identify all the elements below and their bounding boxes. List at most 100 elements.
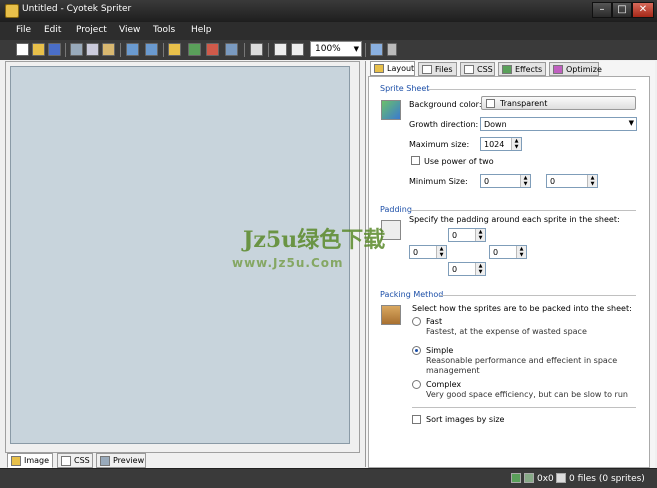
spinner-icon[interactable]: ▲ ▼ — [475, 263, 485, 275]
tab-layout[interactable]: Layout — [370, 61, 415, 76]
spinner-icon[interactable]: ▲ ▼ — [475, 229, 485, 241]
preview-icon — [100, 456, 110, 466]
maximize-button[interactable]: □ — [612, 2, 632, 18]
complex-label: Complex — [426, 380, 462, 389]
packing-description: Select how the sprites are to be packed … — [412, 304, 632, 313]
background-color-label: Background color: — [409, 100, 482, 109]
padding-bottom-input[interactable]: 0 ▲ ▼ — [448, 262, 486, 276]
optimize-icon — [553, 65, 563, 74]
padding-top-input[interactable]: 0 ▲ ▼ — [448, 228, 486, 242]
copy-icon[interactable] — [86, 43, 99, 56]
tab-preview[interactable]: Preview — [96, 453, 146, 468]
packing-method-title: Packing Method — [380, 290, 444, 299]
power-of-two-label: Use power of two — [424, 157, 494, 166]
growth-direction-select[interactable]: Down ▼ — [480, 117, 637, 131]
maximum-size-input[interactable]: 1024 ▲ ▼ — [480, 137, 522, 151]
effects-icon — [502, 65, 512, 74]
fast-radio[interactable] — [412, 317, 421, 326]
files-status: 0 files (0 sprites) — [569, 474, 645, 484]
dimensions-status: 0x0 — [537, 474, 554, 484]
paste-icon[interactable] — [102, 43, 115, 56]
tab-image[interactable]: Image — [7, 453, 53, 468]
minimize-button[interactable]: – — [592, 2, 612, 18]
actual-size-icon[interactable] — [291, 43, 304, 56]
spinner-icon[interactable]: ▲ ▼ — [436, 246, 446, 258]
export-icon[interactable] — [145, 43, 158, 56]
layout-icon — [374, 64, 384, 73]
tab-optimize[interactable]: Optimize — [549, 62, 602, 76]
padding-left-input[interactable]: 0 ▲ ▼ — [409, 245, 447, 259]
watermark-url: www.Jz5u.Com — [232, 256, 344, 270]
padding-right-input[interactable]: 0 ▲ ▼ — [489, 245, 527, 259]
new-icon[interactable] — [16, 43, 29, 56]
fast-label: Fast — [426, 317, 443, 326]
zoom-fit-icon[interactable] — [274, 43, 287, 56]
chevron-down-icon: ▼ — [628, 119, 634, 127]
spinner-icon[interactable]: ▲ ▼ — [587, 175, 597, 187]
grid-icon[interactable] — [370, 43, 383, 56]
layout-tab-content — [368, 76, 650, 468]
remove-icon[interactable] — [206, 43, 219, 56]
spinner-icon[interactable]: ▲ ▼ — [520, 175, 530, 187]
menu-edit[interactable]: Edit — [44, 25, 61, 35]
menu-view[interactable]: View — [119, 25, 140, 35]
background-color-button[interactable]: Transparent — [481, 96, 636, 110]
sprite-icon — [524, 473, 534, 483]
color-swatch — [486, 99, 495, 108]
files-icon — [422, 65, 432, 74]
simple-description: Reasonable performance and effecient in … — [426, 356, 618, 365]
css-icon — [464, 65, 474, 74]
status-bar: 0x0 0 files (0 sprites) — [0, 468, 657, 488]
menu-bar: File Edit Project View Tools Help — [0, 22, 657, 40]
tab-files[interactable]: Files — [418, 62, 457, 76]
tab-css[interactable]: CSS — [460, 62, 495, 76]
growth-direction-label: Growth direction: — [409, 120, 479, 129]
box-icon — [381, 305, 401, 325]
add-files-icon[interactable] — [168, 43, 181, 56]
menu-help[interactable]: Help — [191, 25, 212, 35]
css-icon — [61, 456, 71, 466]
zoom-value: 100% — [315, 44, 341, 54]
image-size-icon — [511, 473, 521, 483]
sprite-sheet-icon — [381, 100, 401, 120]
menu-file[interactable]: File — [16, 25, 31, 35]
sprite-canvas[interactable] — [10, 66, 350, 444]
power-of-two-checkbox[interactable] — [411, 156, 420, 165]
options-icon[interactable] — [387, 43, 397, 56]
app-icon — [5, 4, 19, 18]
simple-description-cont: management — [426, 366, 480, 375]
file-icon — [556, 473, 566, 483]
open-icon[interactable] — [32, 43, 45, 56]
spinner-icon[interactable]: ▲ ▼ — [516, 246, 526, 258]
tab-effects[interactable]: Effects — [498, 62, 546, 76]
watermark-logo: Jz5u绿色下载 — [243, 227, 386, 253]
window-title: Untitled - Cyotek Spriter — [22, 4, 132, 14]
simple-radio[interactable] — [412, 346, 421, 355]
menu-tools[interactable]: Tools — [153, 25, 175, 35]
refresh-icon[interactable] — [225, 43, 238, 56]
import-icon[interactable] — [126, 43, 139, 56]
title-bar: Untitled - Cyotek Spriter – □ ✕ — [0, 0, 657, 22]
close-button[interactable]: ✕ — [632, 2, 654, 18]
complex-radio[interactable] — [412, 380, 421, 389]
maximum-size-label: Maximum size: — [409, 140, 470, 149]
minimum-size-label: Minimum Size: — [409, 177, 468, 186]
image-icon — [11, 456, 21, 466]
spinner-icon[interactable]: ▲ ▼ — [511, 138, 521, 150]
padding-title: Padding — [380, 205, 412, 214]
tab-css-view[interactable]: CSS — [57, 453, 93, 468]
sort-by-size-label: Sort images by size — [426, 415, 505, 424]
chevron-down-icon: ▼ — [353, 45, 359, 53]
minimum-width-input[interactable]: 0 ▲ ▼ — [480, 174, 531, 188]
add-icon[interactable] — [188, 43, 201, 56]
properties-icon[interactable] — [250, 43, 263, 56]
minimum-height-input[interactable]: 0 ▲ ▼ — [546, 174, 598, 188]
simple-label: Simple — [426, 346, 454, 355]
fast-description: Fastest, at the expense of wasted space — [426, 327, 587, 336]
cut-icon[interactable] — [70, 43, 83, 56]
padding-description: Specify the padding around each sprite i… — [409, 215, 620, 224]
menu-project[interactable]: Project — [76, 25, 107, 35]
sort-by-size-checkbox[interactable] — [412, 415, 421, 424]
save-icon[interactable] — [48, 43, 61, 56]
zoom-select[interactable]: 100% ▼ — [310, 41, 362, 57]
